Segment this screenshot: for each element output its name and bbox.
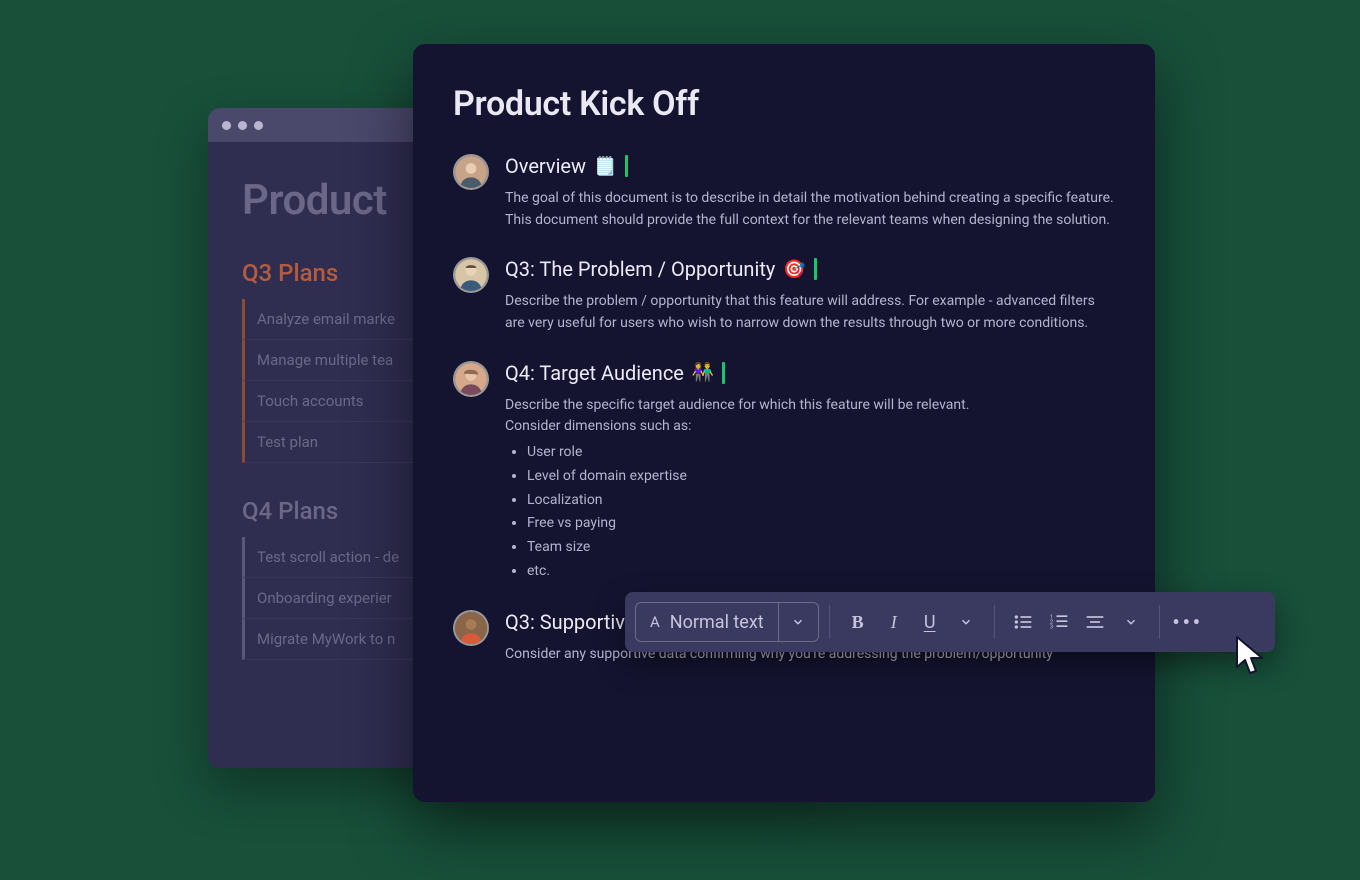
section-body[interactable]: The goal of this document is to describe…: [505, 188, 1115, 231]
text-style-letter-icon: A: [650, 613, 660, 631]
underline-button[interactable]: U: [912, 602, 948, 642]
avatar: [453, 154, 489, 190]
audience-consider: Consider dimensions such as:: [505, 416, 1115, 438]
cursor-caret-icon: [814, 258, 817, 280]
target-icon: 🎯: [783, 259, 805, 280]
list-item: User role: [527, 442, 1115, 464]
cursor-caret-icon: [625, 155, 628, 177]
numbered-list-button[interactable]: 123: [1041, 602, 1077, 642]
section-body[interactable]: Describe the problem / opportunity that …: [505, 291, 1115, 334]
section-problem: Q3: The Problem / Opportunity 🎯 Describe…: [453, 257, 1115, 334]
italic-button[interactable]: I: [876, 602, 912, 642]
cursor-caret-icon: [722, 362, 725, 384]
avatar: [453, 610, 489, 646]
window-dot-icon: [238, 121, 247, 130]
bulleted-list-button[interactable]: [1005, 602, 1041, 642]
align-button[interactable]: [1077, 602, 1113, 642]
people-icon: 👫: [692, 362, 714, 383]
audience-intro: Describe the specific target audience fo…: [505, 395, 1115, 417]
section-title[interactable]: Q3: The Problem / Opportunity: [505, 257, 775, 281]
list-item: Team size: [527, 537, 1115, 559]
svg-text:3: 3: [1050, 625, 1053, 631]
document-window: Product Kick Off Overview 🗒️ The goal of…: [413, 44, 1155, 802]
text-style-selector[interactable]: A Normal text: [635, 602, 819, 642]
avatar: [453, 361, 489, 397]
mouse-cursor-icon: [1234, 635, 1268, 681]
list-item: Localization: [527, 490, 1115, 512]
section-overview: Overview 🗒️ The goal of this document is…: [453, 154, 1115, 231]
avatar: [453, 257, 489, 293]
formatting-toolbar: A Normal text B I U 123 •••: [625, 592, 1275, 652]
more-options-button[interactable]: •••: [1170, 602, 1206, 642]
list-item: Free vs paying: [527, 513, 1115, 535]
list-item: etc.: [527, 561, 1115, 583]
window-dot-icon: [254, 121, 263, 130]
document-title[interactable]: Product Kick Off: [453, 84, 1115, 124]
text-format-dropdown-button[interactable]: [948, 602, 984, 642]
list-item: Level of domain expertise: [527, 466, 1115, 488]
window-dot-icon: [222, 121, 231, 130]
text-style-dropdown-button[interactable]: [778, 603, 818, 641]
section-title[interactable]: Q4: Target Audience: [505, 361, 684, 385]
section-body[interactable]: Describe the specific target audience fo…: [505, 395, 1115, 583]
separator: [994, 605, 995, 639]
text-style-label: Normal text: [670, 612, 764, 633]
section-audience: Q4: Target Audience 👫 Describe the speci…: [453, 361, 1115, 585]
section-title[interactable]: Overview: [505, 154, 586, 178]
list-dropdown-button[interactable]: [1113, 602, 1149, 642]
notepad-icon: 🗒️: [594, 156, 616, 177]
separator: [1159, 605, 1160, 639]
separator: [829, 605, 830, 639]
bold-button[interactable]: B: [840, 602, 876, 642]
